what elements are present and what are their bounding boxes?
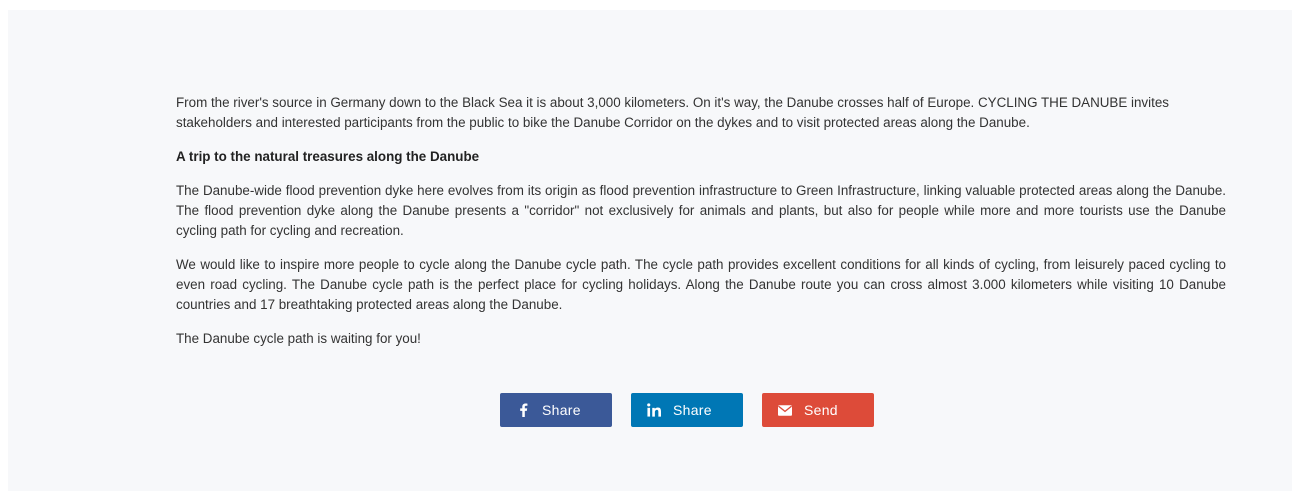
envelope-icon [778, 403, 792, 417]
cycle-path-paragraph: We would like to inspire more people to … [176, 257, 1226, 312]
facebook-icon [516, 403, 530, 417]
facebook-share-label: Share [542, 402, 581, 418]
linkedin-icon [647, 403, 661, 417]
email-send-button[interactable]: Send [762, 393, 874, 427]
closing-paragraph: The Danube cycle path is waiting for you… [176, 331, 421, 346]
email-send-label: Send [804, 402, 838, 418]
linkedin-share-button[interactable]: Share [631, 393, 743, 427]
linkedin-share-label: Share [673, 402, 712, 418]
dyke-paragraph: The Danube-wide flood prevention dyke he… [176, 183, 1226, 238]
section-subheading: A trip to the natural treasures along th… [176, 149, 480, 164]
share-bar: Share Share Send [500, 393, 874, 427]
article-body: From the river's source in Germany down … [176, 93, 1226, 363]
facebook-share-button[interactable]: Share [500, 393, 612, 427]
intro-paragraph: From the river's source in Germany down … [176, 95, 1169, 130]
